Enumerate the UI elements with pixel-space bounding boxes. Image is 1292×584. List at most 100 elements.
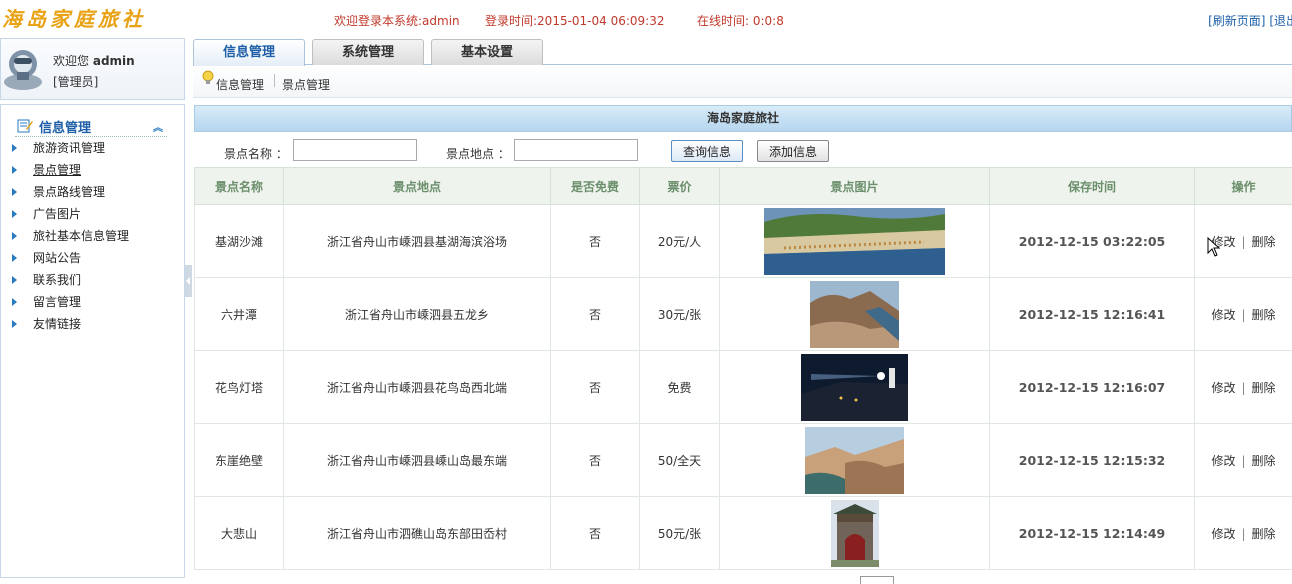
sidebar-collapse-handle[interactable] (185, 265, 192, 297)
cell-name: 东崖绝壁 (195, 424, 284, 497)
logout-link[interactable]: [退出 (1269, 14, 1292, 28)
cell-name: 大悲山 (195, 497, 284, 570)
sidebar-section-title: 信息管理 (39, 117, 91, 136)
double-chevron-up-icon[interactable]: ︽ (153, 119, 163, 134)
cell-price: 50元/张 (640, 497, 720, 570)
cell-price: 50/全天 (640, 424, 720, 497)
sidebar-item-announcements[interactable]: 网站公告 (9, 251, 129, 273)
col-header-time: 保存时间 (990, 168, 1195, 205)
delete-link[interactable]: 删除 (1252, 235, 1276, 249)
user-avatar-icon (3, 46, 43, 90)
cell-time: 2012-12-15 12:16:07 (990, 351, 1195, 424)
sidebar-item-ad-images[interactable]: 广告图片 (9, 207, 129, 229)
place-label: 景点地点 ： (446, 145, 510, 162)
table-header-row: 景点名称 景点地点 是否免费 票价 景点图片 保存时间 操作 (195, 168, 1292, 205)
sidebar-item-contact[interactable]: 联系我们 (9, 273, 129, 295)
cell-place: 浙江省舟山市嵊泗县基湖海滨浴场 (284, 205, 551, 278)
cell-name: 基湖沙滩 (195, 205, 284, 278)
user-role: [管理员] (53, 73, 98, 90)
welcome-text: 欢迎登录本系统:admin (334, 12, 460, 29)
edit-link[interactable]: 修改 (1211, 454, 1235, 468)
sidebar: 信息管理 ︽ 旅游资讯管理 景点管理 景点路线管理 广告图片 旅社基本信息管理 … (0, 104, 185, 578)
top-links: [刷新页面] [退出 (1208, 12, 1292, 29)
greeting-text: 欢迎您 (53, 54, 89, 68)
cell-actions: 修改|删除 (1195, 278, 1292, 351)
cell-actions: 修改|删除 (1195, 497, 1292, 570)
col-header-price: 票价 (640, 168, 720, 205)
cell-image (720, 424, 990, 497)
sidebar-section-header[interactable]: 信息管理 ︽ (15, 115, 167, 137)
add-button[interactable]: 添加信息 (757, 140, 829, 162)
user-panel: 欢迎您 admin [管理员] (0, 38, 185, 100)
panel-title: 海岛家庭旅社 (194, 105, 1292, 132)
table-row: 六井潭 浙江省舟山市嵊泗县五龙乡 否 30元/张 2012-12-15 12:1… (195, 278, 1292, 351)
pagination-box[interactable] (860, 576, 894, 584)
cell-place: 浙江省舟山市嵊泗县嵊山岛最东端 (284, 424, 551, 497)
sidebar-item-scenic-spots[interactable]: 景点管理 (9, 163, 129, 185)
edit-link[interactable]: 修改 (1211, 381, 1235, 395)
sidebar-item-routes[interactable]: 景点路线管理 (9, 185, 129, 207)
delete-link[interactable]: 删除 (1252, 308, 1276, 322)
cell-free: 否 (551, 424, 640, 497)
tab-system-management[interactable]: 系统管理 (312, 39, 424, 65)
cell-price: 30元/张 (640, 278, 720, 351)
cell-time: 2012-12-15 12:14:49 (990, 497, 1195, 570)
table-row: 大悲山 浙江省舟山市泗礁山岛东部田岙村 否 50元/张 2012-12-15 1… (195, 497, 1292, 570)
user-name: admin (93, 54, 135, 68)
refresh-link[interactable]: [刷新页面] (1208, 14, 1265, 28)
breadcrumb: 信息管理 景点管理 (193, 66, 1292, 98)
col-header-free: 是否免费 (551, 168, 640, 205)
breadcrumb-level2[interactable]: 景点管理 (282, 76, 330, 93)
cell-actions: 修改|删除 (1195, 351, 1292, 424)
top-bar: 海岛家庭旅社 欢迎登录本系统:admin 登录时间:2015-01-04 06:… (0, 0, 1292, 38)
breadcrumb-level1[interactable]: 信息管理 (216, 76, 264, 93)
cell-price: 20元/人 (640, 205, 720, 278)
cell-image (720, 278, 990, 351)
cell-name: 花鸟灯塔 (195, 351, 284, 424)
table-row: 基湖沙滩 浙江省舟山市嵊泗县基湖海滨浴场 否 20元/人 2012-12-15 … (195, 205, 1292, 278)
table-row: 花鸟灯塔 浙江省舟山市嵊泗县花鸟岛西北端 否 免费 2012-12-15 12:… (195, 351, 1292, 424)
col-header-place: 景点地点 (284, 168, 551, 205)
edit-link[interactable]: 修改 (1211, 527, 1235, 541)
online-time: 在线时间: 0:0:8 (697, 12, 784, 29)
sidebar-item-messages[interactable]: 留言管理 (9, 295, 129, 317)
action-separator: | (1235, 527, 1251, 541)
cell-time: 2012-12-15 12:16:41 (990, 278, 1195, 351)
sidebar-item-travel-news[interactable]: 旅游资讯管理 (9, 141, 129, 163)
temple-gate-photo (831, 500, 879, 567)
cell-free: 否 (551, 497, 640, 570)
sidebar-item-links[interactable]: 友情链接 (9, 317, 129, 339)
cell-price: 免费 (640, 351, 720, 424)
action-separator: | (1235, 381, 1251, 395)
login-time: 登录时间:2015-01-04 06:09:32 (485, 12, 665, 29)
delete-link[interactable]: 删除 (1252, 527, 1276, 541)
col-header-actions: 操作 (1195, 168, 1292, 205)
sidebar-menu: 旅游资讯管理 景点管理 景点路线管理 广告图片 旅社基本信息管理 网站公告 联系… (9, 141, 129, 339)
cell-free: 否 (551, 351, 640, 424)
search-bar: 景点名称 ： 景点地点 ： 查询信息 添加信息 (194, 134, 1292, 166)
cell-image (720, 497, 990, 570)
tab-basic-settings[interactable]: 基本设置 (431, 39, 543, 65)
place-input[interactable] (514, 139, 638, 161)
cell-free: 否 (551, 278, 640, 351)
cell-name: 六井潭 (195, 278, 284, 351)
lighthouse-night-photo (801, 354, 908, 421)
cell-image (720, 351, 990, 424)
action-separator: | (1235, 308, 1251, 322)
delete-link[interactable]: 删除 (1252, 454, 1276, 468)
cliff-wall-photo (805, 427, 904, 494)
cell-time: 2012-12-15 03:22:05 (990, 205, 1195, 278)
lightbulb-icon (202, 70, 214, 86)
action-separator: | (1235, 454, 1251, 468)
sidebar-item-hostel-info[interactable]: 旅社基本信息管理 (9, 229, 129, 251)
name-input[interactable] (293, 139, 417, 161)
tab-info-management[interactable]: 信息管理 (193, 39, 305, 66)
edit-link[interactable]: 修改 (1211, 308, 1235, 322)
main-tabs: 信息管理 系统管理 基本设置 (193, 38, 1292, 65)
delete-link[interactable]: 删除 (1252, 381, 1276, 395)
mouse-cursor-icon (1207, 237, 1221, 257)
name-label: 景点名称 ： (224, 145, 288, 162)
cell-image (720, 205, 990, 278)
query-button[interactable]: 查询信息 (671, 140, 743, 162)
cell-time: 2012-12-15 12:15:32 (990, 424, 1195, 497)
